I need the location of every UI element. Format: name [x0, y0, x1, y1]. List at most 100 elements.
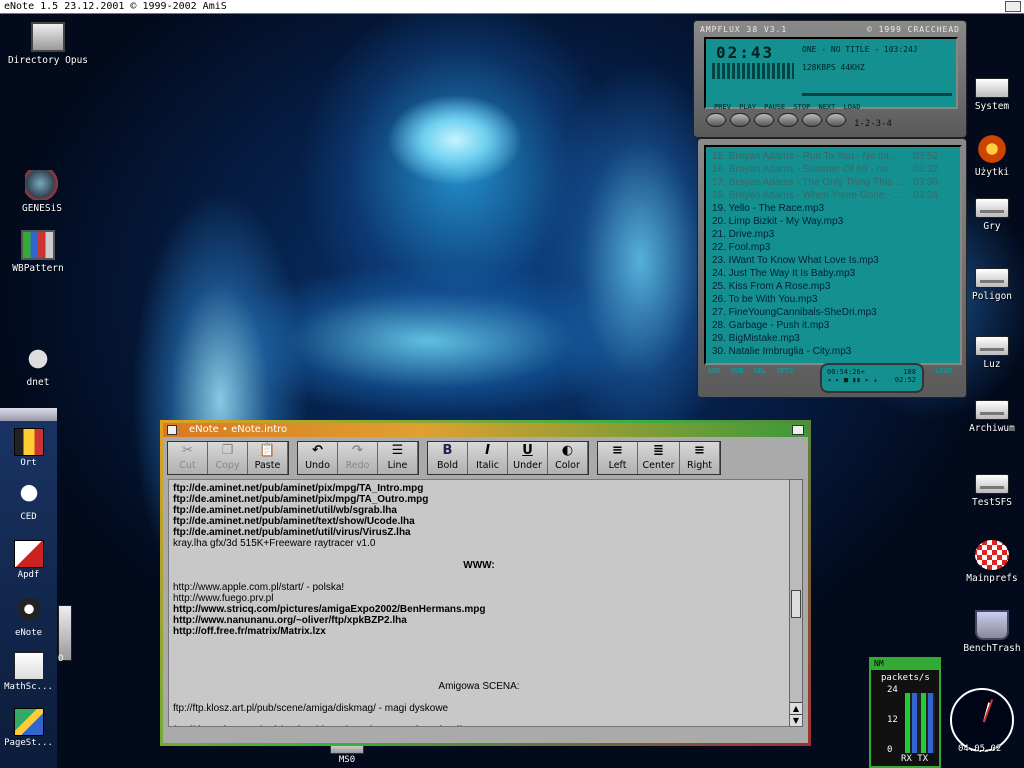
- playlist-item-title: 16. Brayan Adams - Sammer Of 69 - no ...: [712, 164, 899, 175]
- undo-icon: ↶: [312, 443, 323, 458]
- screen-depth-gadget[interactable]: [1005, 1, 1021, 12]
- dock-item-enote[interactable]: eNote: [0, 598, 57, 638]
- undo-button[interactable]: ↶ Undo: [298, 442, 338, 474]
- scroll-up-arrow-icon[interactable]: ▲: [790, 702, 802, 714]
- monitor-header[interactable]: NM: [871, 659, 939, 670]
- dock-item-label: MathSc...: [4, 682, 53, 692]
- mini-controls[interactable]: ◂ ▸ ■ ▮▮ ▸ ▴: [827, 376, 878, 384]
- sample-rate: 44KHZ: [840, 63, 865, 72]
- playlist-item-title: 17. Brayan Adams - The Only Thing This .…: [712, 177, 904, 188]
- icon-label: Directory Opus: [7, 55, 89, 66]
- text-line: [173, 571, 785, 582]
- playlist-load-button[interactable]: LOAD: [935, 367, 952, 375]
- text-line: http://www.stricq.com/pictures/amigaExpo…: [173, 604, 486, 615]
- center-button[interactable]: ≣ Center: [638, 442, 680, 474]
- vertical-scrollbar[interactable]: ▲ ▼: [789, 479, 803, 727]
- player-title-bar[interactable]: AMPFLUX 38 V3.1 © 1999 CRACCHEAD: [700, 25, 960, 35]
- playlist-item[interactable]: 30. Natalie Imbruglia - City.mp3: [712, 346, 960, 359]
- preset-selector[interactable]: 1-2-3-4: [854, 119, 892, 129]
- close-icon[interactable]: [167, 425, 177, 435]
- seek-bar[interactable]: [802, 93, 952, 96]
- paste-button[interactable]: 📋 Paste: [248, 442, 288, 474]
- line-button[interactable]: ☰ Line: [378, 442, 418, 474]
- text-line: ftp://de.aminet.net/pub/aminet/pix/mpg/T…: [173, 494, 429, 505]
- drive-icon: [975, 400, 1009, 420]
- o-drive-icon[interactable]: [58, 605, 72, 661]
- left-button[interactable]: ≡ Left: [598, 442, 638, 474]
- playlist-item[interactable]: 27. FineYoungCannibals-SheDri.mp3: [712, 307, 960, 320]
- axis-mid: 12: [887, 715, 898, 725]
- bold-icon: B: [442, 443, 453, 458]
- dnet-icon[interactable]: dnet: [0, 344, 86, 388]
- zoom-icon[interactable]: [792, 425, 804, 435]
- icon-label: WBPattern: [12, 263, 64, 274]
- mini-time: 02:52: [894, 376, 916, 384]
- mainprefs-icon[interactable]: Mainprefs: [944, 540, 1024, 584]
- playlist-item[interactable]: 28. Garbage - Push it.mp3: [712, 320, 960, 333]
- playlist-item[interactable]: 29. BigMistake.mp3: [712, 333, 960, 346]
- playlist-item[interactable]: 25. Kiss From A Rose.mp3: [712, 281, 960, 294]
- scroll-down-arrow-icon[interactable]: ▼: [790, 714, 802, 726]
- toolbar-button-label: Under: [513, 460, 542, 471]
- playlist-item[interactable]: 18. Brayan Adams - When Youre Gone - ...…: [712, 190, 960, 203]
- testsfs-drive-icon[interactable]: TestSFS: [944, 466, 1024, 508]
- playlist-item-duration: 03:38: [912, 177, 938, 188]
- toolbar-button-label: Redo: [345, 460, 370, 471]
- playlist-item[interactable]: 23. IWant To Know What Love Is.mp3: [712, 255, 960, 268]
- playlist-item[interactable]: 21. Drive.mp3: [712, 229, 960, 242]
- axis-max: 24: [887, 685, 898, 695]
- playlist-item[interactable]: 16. Brayan Adams - Sammer Of 69 - no ...…: [712, 164, 960, 177]
- enote-title-bar[interactable]: eNote • eNote.intro: [163, 423, 808, 437]
- drive-icon: [975, 474, 1009, 494]
- italic-button[interactable]: I Italic: [468, 442, 508, 474]
- dock-item-apdf[interactable]: Apdf: [0, 540, 57, 580]
- playlist-item-title: 19. Yello - The Race.mp3: [712, 203, 825, 214]
- playlist-footer-buttons[interactable]: ADD SUB SEL OPTS: [708, 367, 793, 375]
- right-button[interactable]: ≡ Right: [680, 442, 720, 474]
- playlist-item[interactable]: 15. Brayan Adams - Run To You - No thi..…: [712, 151, 960, 164]
- playlist-item[interactable]: 17. Brayan Adams - The Only Thing This .…: [712, 177, 960, 190]
- playlist-item[interactable]: 19. Yello - The Race.mp3: [712, 203, 960, 216]
- text-line: [173, 648, 785, 659]
- dock-item-ced[interactable]: CED: [0, 482, 57, 522]
- wbpattern-icon-image: [21, 230, 55, 260]
- play-button[interactable]: [730, 113, 750, 127]
- song-title: ONE - NO TITLE - 103:24J: [802, 45, 918, 54]
- color-button[interactable]: ◐ Color: [548, 442, 588, 474]
- prev-button[interactable]: [706, 113, 726, 127]
- align-left-icon: ≡: [612, 443, 623, 458]
- copy-button[interactable]: ❐ Copy: [208, 442, 248, 474]
- drive-icon: [975, 336, 1009, 356]
- redo-button[interactable]: ↷ Redo: [338, 442, 378, 474]
- archiwum-drive-icon[interactable]: Archiwum: [944, 392, 1024, 434]
- dock-item-mathscope[interactable]: MathSc...: [0, 652, 57, 692]
- playlist-item[interactable]: 20. Limp Bizkit - My Way.mp3: [712, 216, 960, 229]
- cut-button[interactable]: ✂ Cut: [168, 442, 208, 474]
- stop-button[interactable]: [778, 113, 798, 127]
- pause-button[interactable]: [754, 113, 774, 127]
- playlist-item[interactable]: 26. To be With You.mp3: [712, 294, 960, 307]
- under-button[interactable]: U Under: [508, 442, 548, 474]
- wbpattern-icon[interactable]: WBPattern: [0, 230, 86, 274]
- playlist-item[interactable]: 24. Just The Way It Is Baby.mp3: [712, 268, 960, 281]
- benchtrash-icon[interactable]: BenchTrash: [944, 610, 1024, 654]
- directory-opus-icon[interactable]: Directory Opus: [0, 22, 96, 66]
- playlist[interactable]: 15. Brayan Adams - Run To You - No thi..…: [704, 145, 962, 365]
- genesis-icon[interactable]: GENESiS: [0, 170, 90, 214]
- screen-title-bar: eNote 1.5 23.12.2001 © 1999-2002 AmiS: [0, 0, 1024, 14]
- bold-button[interactable]: B Bold: [428, 442, 468, 474]
- scroll-knob[interactable]: [791, 590, 801, 618]
- next-button[interactable]: [802, 113, 822, 127]
- drive-icon: [975, 78, 1009, 98]
- scissors-icon: ✂: [182, 443, 193, 458]
- load-button[interactable]: [826, 113, 846, 127]
- dock-item-pagestream[interactable]: PageSt...: [0, 708, 57, 748]
- align-center-icon: ≣: [653, 443, 664, 458]
- dock-item-ort[interactable]: Ort: [0, 428, 57, 468]
- icon-label: Mainprefs: [966, 573, 1018, 584]
- dock-title-bar[interactable]: [0, 408, 57, 422]
- playlist-item[interactable]: 22. Fool.mp3: [712, 242, 960, 255]
- playlist-item-title: 21. Drive.mp3: [712, 229, 775, 240]
- toolbar-group: B Bold I Italic U Under ◐ Color: [427, 441, 589, 475]
- text-editor[interactable]: ftp://de.aminet.net/pub/aminet/pix/mpg/T…: [168, 479, 790, 727]
